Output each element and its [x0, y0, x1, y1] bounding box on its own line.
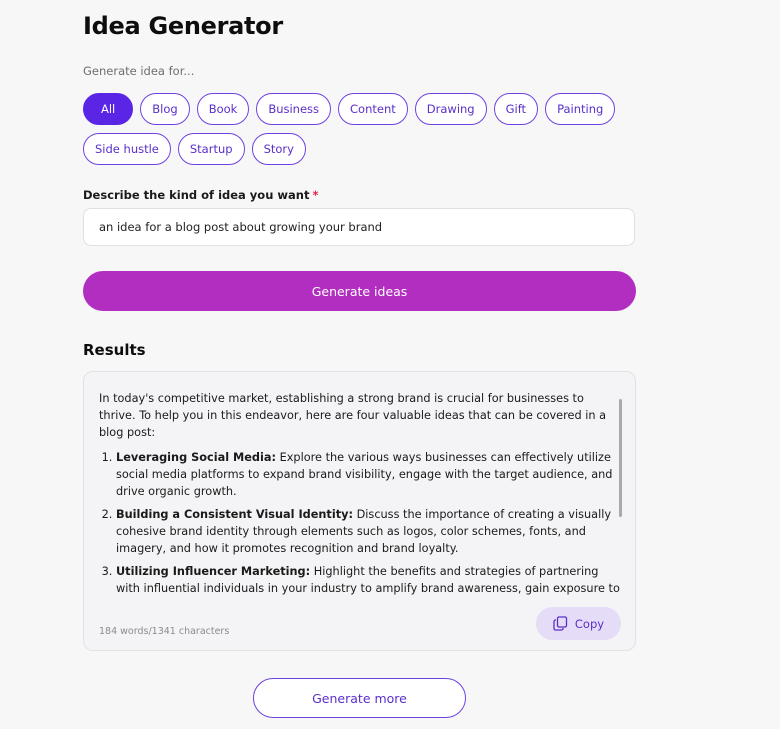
generate-ideas-button[interactable]: Generate ideas	[83, 271, 636, 311]
word-character-count: 184 words/1341 characters	[99, 626, 230, 637]
chip-gift[interactable]: Gift	[493, 93, 539, 125]
chip-row-1: All Blog Book Business Content Drawing G…	[83, 93, 643, 125]
results-intro: In today's competitive market, establish…	[99, 392, 607, 439]
description-input[interactable]: an idea for a blog post about growing yo…	[83, 208, 635, 246]
list-item-heading: Building a Consistent Visual Identity:	[116, 508, 353, 521]
chip-side-hustle[interactable]: Side hustle	[83, 133, 171, 165]
category-chips: All Blog Book Business Content Drawing G…	[83, 93, 643, 173]
page-title: Idea Generator	[83, 12, 283, 40]
results-title: Results	[83, 341, 146, 359]
generate-for-label: Generate idea for...	[83, 64, 195, 78]
copy-label: Copy	[574, 616, 605, 631]
chip-drawing[interactable]: Drawing	[414, 93, 487, 125]
description-label-text: Describe the kind of idea you want	[83, 188, 310, 202]
results-text: In today's competitive market, establish…	[99, 390, 622, 598]
chip-startup[interactable]: Startup	[177, 133, 245, 165]
chip-business[interactable]: Business	[256, 93, 332, 125]
list-item: Building a Consistent Visual Identity: D…	[116, 506, 622, 557]
description-input-value: an idea for a blog post about growing yo…	[99, 220, 383, 234]
list-item-heading: Leveraging Social Media:	[116, 451, 276, 464]
generate-more-button[interactable]: Generate more	[253, 678, 466, 718]
chip-painting[interactable]: Painting	[545, 93, 616, 125]
results-scrollbar[interactable]	[619, 399, 622, 517]
list-item: Utilizing Influencer Marketing: Highligh…	[116, 563, 622, 598]
required-marker: *	[312, 188, 319, 202]
chip-row-2: Side hustle Startup Story	[83, 133, 643, 165]
description-label: Describe the kind of idea you want *	[83, 188, 318, 202]
copy-icon	[553, 616, 568, 631]
list-item: Leveraging Social Media: Explore the var…	[116, 449, 622, 500]
chip-all[interactable]: All	[83, 93, 134, 125]
idea-generator-page: Idea Generator Generate idea for... All …	[0, 0, 780, 729]
results-panel: In today's competitive market, establish…	[83, 371, 636, 651]
chip-blog[interactable]: Blog	[140, 93, 190, 125]
list-item-heading: Utilizing Influencer Marketing:	[116, 565, 311, 578]
results-list: Leveraging Social Media: Explore the var…	[99, 449, 622, 598]
chip-story[interactable]: Story	[251, 133, 306, 165]
chip-content[interactable]: Content	[338, 93, 408, 125]
copy-button[interactable]: Copy	[536, 607, 621, 640]
chip-book[interactable]: Book	[196, 93, 250, 125]
